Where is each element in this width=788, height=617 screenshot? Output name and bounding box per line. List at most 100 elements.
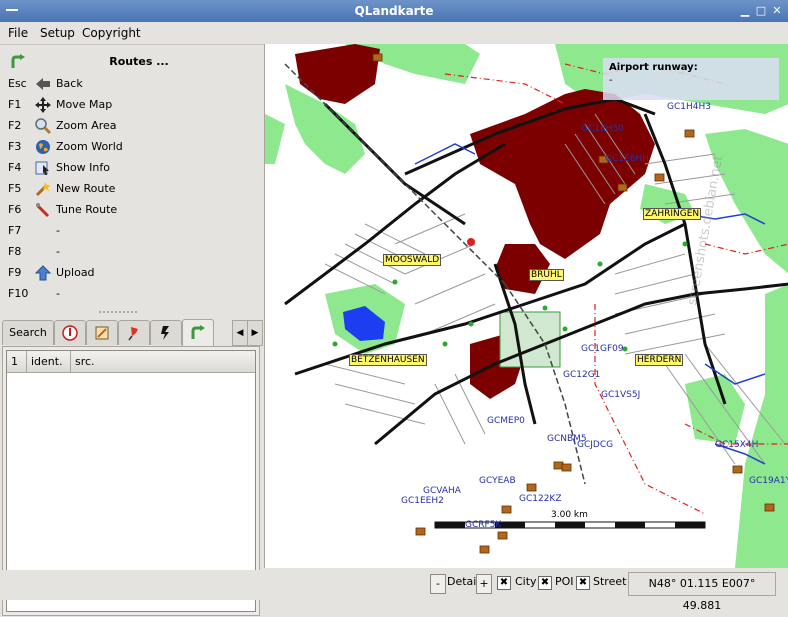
move-icon <box>35 97 51 113</box>
close-icon[interactable]: ✕ <box>770 4 784 18</box>
column-header-src[interactable]: src. <box>71 351 255 373</box>
column-header-index[interactable]: 1 <box>7 351 27 373</box>
panel-splitter[interactable] <box>0 310 262 314</box>
tab-routes[interactable] <box>182 319 214 346</box>
scale-label: 3.00 km <box>551 510 588 520</box>
tool-tabs: Search ◀ ▶ <box>2 319 263 346</box>
maximize-icon[interactable]: □ <box>754 4 768 18</box>
zoom-area-icon <box>35 118 52 135</box>
geocache-label[interactable]: GC1H4H3 <box>667 102 711 112</box>
geocache-label[interactable]: GCRF5K <box>465 520 501 530</box>
geocache-label[interactable]: GC15X4H <box>715 440 758 450</box>
fkey-label: New Route <box>56 182 116 195</box>
fkey-key: Esc <box>8 77 27 90</box>
poi-label: POI <box>555 575 574 588</box>
menu-copyright[interactable]: Copyright <box>82 26 141 40</box>
geocache-label[interactable]: GC1E6HH <box>605 154 649 164</box>
geocache-label[interactable]: GC1EH50 <box>581 124 624 134</box>
poi-checkbox[interactable]: ✖ <box>538 576 552 590</box>
fkey-key: F5 <box>8 182 22 195</box>
geocache-label[interactable]: GC122KZ <box>519 494 562 504</box>
fkey-label: - <box>56 224 60 237</box>
fkey-label: - <box>56 245 60 258</box>
column-header-ident[interactable]: ident. <box>27 351 71 373</box>
fkey-move-map[interactable]: F1 Move Map <box>4 95 258 115</box>
upload-icon <box>34 265 52 281</box>
geocache-icon <box>95 326 109 340</box>
fkey-key: F10 <box>8 287 29 300</box>
tab-scroll-right-icon[interactable]: ▶ <box>247 320 263 346</box>
fkey-upload[interactable]: F9 Upload <box>4 263 258 283</box>
coordinates-readout: N48° 01.115 E007° 49.881 <box>628 572 776 612</box>
fkey-label: Back <box>56 77 83 90</box>
info-title: Airport runway: <box>609 62 698 73</box>
fkey-key: F9 <box>8 266 22 279</box>
new-route-icon <box>35 182 50 197</box>
geocache-label[interactable]: GCYEAB <box>479 476 516 486</box>
map-canvas[interactable]: MOOSWALD BRUHL ZAHRINGEN BETZENHAUSEN HE… <box>264 44 788 568</box>
airport-info-box: Airport runway: - <box>603 58 779 100</box>
fkey-f8[interactable]: F8 - <box>4 242 258 262</box>
route-tab-icon <box>191 325 205 339</box>
back-arrow-icon <box>36 78 50 90</box>
city-checkbox[interactable]: ✖ <box>497 576 511 590</box>
geocache-label[interactable]: GC1GF09 <box>581 344 624 354</box>
menu-setup[interactable]: Setup <box>40 26 75 40</box>
geocache-label[interactable]: GC1EEH2 <box>401 496 444 506</box>
waypoint-icon <box>62 325 78 341</box>
fkey-tune-route[interactable]: F6 Tune Route <box>4 200 258 220</box>
fkey-key: F6 <box>8 203 22 216</box>
tab-tracks[interactable] <box>118 320 150 345</box>
fkey-zoom-world[interactable]: F3 Zoom World <box>4 137 258 157</box>
fkey-f10[interactable]: F10 - <box>4 284 258 304</box>
overlay-icon <box>161 326 169 340</box>
menu-file[interactable]: File <box>8 26 28 40</box>
fkey-label: Zoom Area <box>56 119 117 132</box>
geocache-label[interactable]: GCJDCG <box>577 440 613 450</box>
panel-title: Routes ... <box>109 55 169 68</box>
menu-bar: File Setup Copyright <box>0 22 788 45</box>
title-bar: QLandkarte ▁ □ ✕ <box>0 0 788 22</box>
window-title: QLandkarte <box>354 4 434 18</box>
minimize-icon[interactable]: ▁ <box>738 4 752 18</box>
tab-scroll-left-icon[interactable]: ◀ <box>232 320 248 346</box>
city-label: City <box>515 575 537 588</box>
tab-waypoints[interactable] <box>54 320 86 345</box>
tune-route-icon <box>35 203 50 218</box>
fkey-label: Show Info <box>56 161 110 174</box>
geocache-label[interactable]: GC1VS5J <box>601 390 640 400</box>
fkey-key: F1 <box>8 98 22 111</box>
fkey-key: F4 <box>8 161 22 174</box>
fkey-zoom-area[interactable]: F2 Zoom Area <box>4 116 258 136</box>
geocache-label[interactable]: GC12G1 <box>563 370 600 380</box>
street-checkbox[interactable]: ✖ <box>576 576 590 590</box>
map-label-betzenhausen[interactable]: BETZENHAUSEN <box>349 354 427 366</box>
fkey-show-info[interactable]: F4 Show Info <box>4 158 258 178</box>
fkey-key: F2 <box>8 119 22 132</box>
tab-geocaches[interactable] <box>86 320 118 345</box>
map-label-zahringen[interactable]: ZAHRINGEN <box>643 208 702 220</box>
fkey-label: Tune Route <box>56 203 118 216</box>
geocache-label[interactable]: GC19A1Y <box>749 476 788 486</box>
geocache-label[interactable]: GCMEP0 <box>487 416 525 426</box>
fkey-back[interactable]: Esc Back <box>4 74 258 94</box>
fkey-label: Upload <box>56 266 95 279</box>
status-bar: - Detail + ✖ City ✖ POI ✖ Street N48° 01… <box>0 570 788 612</box>
panel-header: Routes ... <box>4 52 258 72</box>
map-label-bruhl[interactable]: BRUHL <box>529 269 564 281</box>
info-value: - <box>609 75 613 86</box>
tab-search[interactable]: Search <box>2 320 54 345</box>
map-graphics <box>265 44 788 568</box>
detail-minus-button[interactable]: - <box>430 574 446 594</box>
route-icon <box>11 54 25 68</box>
geocache-label[interactable]: GCVAHA <box>423 486 461 496</box>
tab-overlays[interactable] <box>150 320 182 345</box>
fkey-key: F7 <box>8 224 22 237</box>
fkey-new-route[interactable]: F5 New Route <box>4 179 258 199</box>
map-label-herdern[interactable]: HERDERN <box>635 354 684 366</box>
left-panel: Routes ... Esc Back F1 Move Map F2 Zoom … <box>0 44 263 616</box>
detail-plus-button[interactable]: + <box>476 574 492 594</box>
fkey-key: F8 <box>8 245 22 258</box>
fkey-f7[interactable]: F7 - <box>4 221 258 241</box>
map-label-mooswald[interactable]: MOOSWALD <box>383 254 442 266</box>
